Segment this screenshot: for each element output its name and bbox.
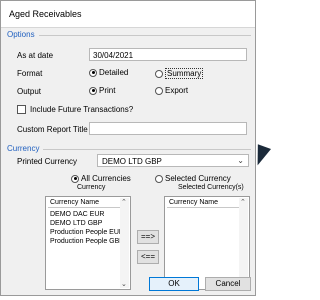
currency-group: Currency: [7, 144, 251, 153]
scrollbar[interactable]: ⌃ ⌄: [239, 198, 248, 288]
format-detailed-radio[interactable]: Detailed: [89, 68, 128, 77]
scroll-down-icon[interactable]: ⌄: [121, 280, 127, 288]
printed-currency-select[interactable]: DEMO LTD GBP ⌄: [97, 154, 249, 167]
list-item[interactable]: DEMO DAC EUR: [50, 211, 104, 218]
scroll-up-icon[interactable]: ⌃: [121, 198, 127, 206]
currency-name-header: Currency Name: [48, 199, 120, 208]
as-at-date-field[interactable]: 30/04/2021: [89, 48, 247, 61]
chevron-down-icon: ⌄: [237, 156, 244, 165]
list-item[interactable]: DEMO LTD GBP: [50, 220, 102, 227]
output-print-label: Print: [99, 86, 116, 95]
radio-empty-icon: [155, 86, 163, 95]
radio-selected-icon: [89, 86, 97, 95]
selected-currency-caption: Selected Currency(s): [178, 184, 244, 191]
custom-report-title-label: Custom Report Title: [17, 125, 88, 134]
cancel-button[interactable]: Cancel: [205, 277, 251, 291]
as-at-date-label: As at date: [17, 51, 54, 60]
all-currencies-radio[interactable]: All Currencies: [71, 174, 131, 183]
output-export-label: Export: [165, 86, 189, 95]
format-summary-radio[interactable]: Summary: [155, 68, 204, 79]
aged-receivables-dialog: Aged Receivables Options As at date 30/0…: [0, 0, 256, 296]
printed-currency-label: Printed Currency: [17, 157, 78, 166]
all-currencies-label: All Currencies: [81, 174, 131, 183]
output-label: Output: [17, 87, 42, 96]
radio-selected-icon: [71, 174, 79, 183]
custom-report-title-field[interactable]: [89, 122, 247, 135]
format-summary-label: Summary: [165, 68, 204, 79]
available-currency-list[interactable]: Currency Name DEMO DAC EUR DEMO LTD GBP …: [45, 196, 131, 290]
radio-empty-icon: [155, 174, 163, 183]
remove-currency-button[interactable]: <==: [137, 250, 159, 264]
list-item[interactable]: Production People GBP: [50, 238, 124, 245]
selected-currency-label: Selected Currency: [165, 174, 231, 183]
currency-group-label: Currency: [7, 144, 44, 153]
format-label: Format: [17, 69, 43, 78]
currency-caption: Currency: [77, 184, 106, 191]
selected-currency-radio[interactable]: Selected Currency: [155, 174, 231, 183]
selected-currency-name-header: Currency Name: [167, 199, 239, 208]
selected-currency-list[interactable]: Currency Name ⌃ ⌄: [164, 196, 250, 290]
options-group-label: Options: [7, 30, 39, 39]
scrollbar[interactable]: ⌃ ⌄: [120, 198, 129, 288]
options-group: Options: [7, 30, 251, 39]
printed-currency-value: DEMO LTD GBP: [102, 157, 162, 166]
radio-selected-icon: [89, 68, 97, 77]
title-bar: Aged Receivables: [1, 1, 255, 28]
output-export-radio[interactable]: Export: [155, 86, 188, 95]
ok-button[interactable]: OK: [149, 277, 199, 291]
add-currency-button[interactable]: ==>: [137, 230, 159, 244]
include-future-label: Include Future Transactions?: [30, 105, 134, 114]
include-future-checkbox[interactable]: [17, 105, 26, 114]
window-title: Aged Receivables: [9, 9, 82, 19]
radio-empty-icon: [155, 69, 163, 78]
list-item[interactable]: Production People EUR: [50, 229, 124, 236]
scroll-up-icon[interactable]: ⌃: [240, 198, 246, 206]
format-detailed-label: Detailed: [99, 68, 129, 77]
output-print-radio[interactable]: Print: [89, 86, 115, 95]
